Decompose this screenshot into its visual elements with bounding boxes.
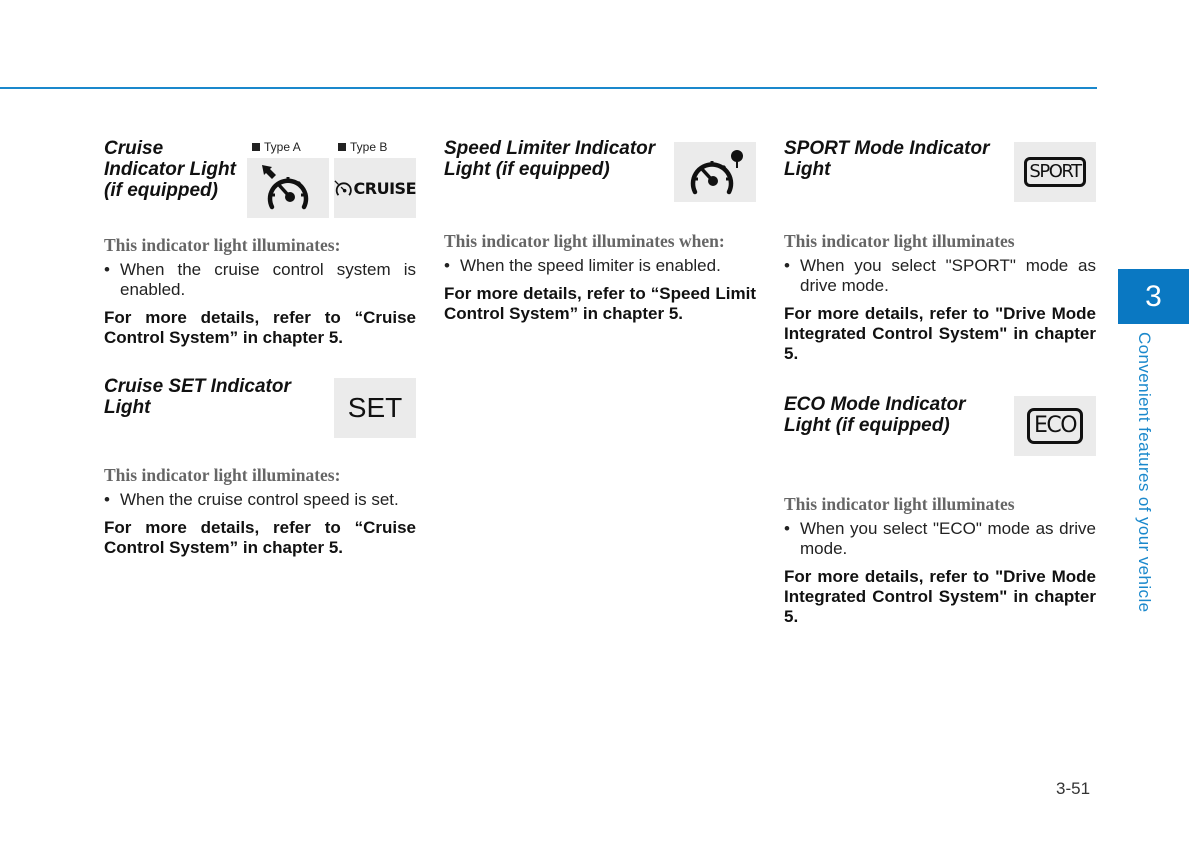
title-line: Speed Limiter Indicator bbox=[444, 138, 656, 159]
header-rule bbox=[0, 87, 1097, 89]
bullet-text: When the cruise control speed is set. bbox=[120, 490, 399, 509]
cruise-type-a-icon-box bbox=[247, 158, 329, 218]
title-line: Light bbox=[104, 397, 151, 418]
reference-text: For more details, refer to "Drive Mode I… bbox=[784, 567, 1096, 626]
bullet-item: • When the speed limiter is enabled. bbox=[444, 256, 756, 276]
reference-text: For more details, refer to “Cruise Contr… bbox=[104, 518, 416, 557]
bullet-item: • When you select "SPORT" mode as drive m… bbox=[784, 256, 1096, 296]
speed-limiter-speedometer-icon bbox=[690, 150, 743, 195]
bullet-item: • When the cruise control system is enabl… bbox=[104, 260, 416, 300]
cruise-speedometer-arrow-icon bbox=[262, 165, 309, 210]
bullet-dot-icon: • bbox=[784, 256, 790, 275]
square-bullet-icon bbox=[252, 143, 260, 151]
bullet-dot-icon: • bbox=[104, 490, 110, 509]
set-text-icon: SET bbox=[347, 392, 403, 423]
eco-mode-icon: ECO bbox=[1026, 408, 1084, 444]
set-icon-box: SET bbox=[334, 378, 416, 438]
reference-text: For more details, refer to “Cruise Contr… bbox=[104, 308, 416, 347]
section-eco-mode-indicator: ECO Mode Indicator Light (if equipped) E… bbox=[784, 394, 1096, 627]
bullet-text: When the speed limiter is enabled. bbox=[460, 256, 721, 275]
illuminates-label: This indicator light illuminates when: bbox=[444, 231, 725, 251]
chapter-number-tab: 3 bbox=[1118, 269, 1189, 324]
cruise-text-icon: CRUISE bbox=[353, 178, 417, 198]
chapter-number: 3 bbox=[1145, 279, 1162, 313]
square-bullet-icon bbox=[338, 143, 346, 151]
section-sport-mode-indicator: SPORT Mode Indicator Light SPORT This in… bbox=[784, 138, 1096, 364]
illuminates-label: This indicator light illuminates bbox=[784, 494, 1015, 514]
sport-icon-box: SPORT bbox=[1014, 142, 1096, 202]
bullet-dot-icon: • bbox=[444, 256, 450, 275]
reference-text: For more details, refer to "Drive Mode I… bbox=[784, 304, 1096, 363]
bullet-item: • When the cruise control speed is set. bbox=[104, 490, 416, 510]
title-line: Indicator Light bbox=[104, 159, 236, 180]
section-cruise-set-indicator: Cruise SET Indicator Light SET This indi… bbox=[104, 376, 416, 558]
bullet-dot-icon: • bbox=[784, 519, 790, 538]
bullet-text: When you select "SPORT" mode as drive mo… bbox=[800, 256, 1096, 295]
reference-text: For more details, refer to “Speed Limit … bbox=[444, 284, 756, 323]
speed-limiter-icon-box bbox=[674, 142, 756, 202]
type-a-text: Type A bbox=[264, 140, 301, 154]
sport-mode-icon: SPORT bbox=[1024, 157, 1086, 187]
cruise-small-speedometer-icon bbox=[334, 180, 352, 196]
section-cruise-indicator: Cruise Indicator Light (if equipped) Typ… bbox=[104, 138, 417, 348]
cruise-type-b-icon-box: CRUISE bbox=[334, 158, 417, 218]
eco-icon-box: ECO bbox=[1014, 396, 1096, 456]
type-a-label: Type A bbox=[252, 140, 301, 154]
illuminates-label: This indicator light illuminates bbox=[784, 231, 1015, 251]
illuminates-label: This indicator light illuminates: bbox=[104, 235, 341, 255]
title-line: Cruise SET Indicator bbox=[104, 376, 291, 397]
title-line: ECO Mode Indicator bbox=[784, 394, 966, 415]
bullet-text: When the cruise control system is enable… bbox=[120, 260, 416, 299]
type-b-text: Type B bbox=[350, 140, 388, 154]
bullet-dot-icon: • bbox=[104, 260, 110, 279]
title-line: Light bbox=[784, 159, 831, 180]
bullet-item: • When you select "ECO" mode as drive mod… bbox=[784, 519, 1096, 559]
bullet-text: When you select "ECO" mode as drive mode… bbox=[800, 519, 1096, 558]
title-line: SPORT Mode Indicator bbox=[784, 138, 990, 159]
chapter-title-vertical: Convenient features of your vehicle bbox=[1135, 332, 1154, 613]
illuminates-label: This indicator light illuminates: bbox=[104, 465, 341, 485]
title-line: (if equipped) bbox=[104, 180, 218, 201]
title-line: Cruise bbox=[104, 138, 164, 159]
page-number: 3-51 bbox=[1056, 779, 1091, 798]
title-line: Light (if equipped) bbox=[784, 415, 950, 436]
title-line: Light (if equipped) bbox=[444, 159, 610, 180]
type-b-label: Type B bbox=[338, 140, 387, 154]
section-speed-limiter-indicator: Speed Limiter Indicator Light (if equipp… bbox=[444, 138, 756, 324]
